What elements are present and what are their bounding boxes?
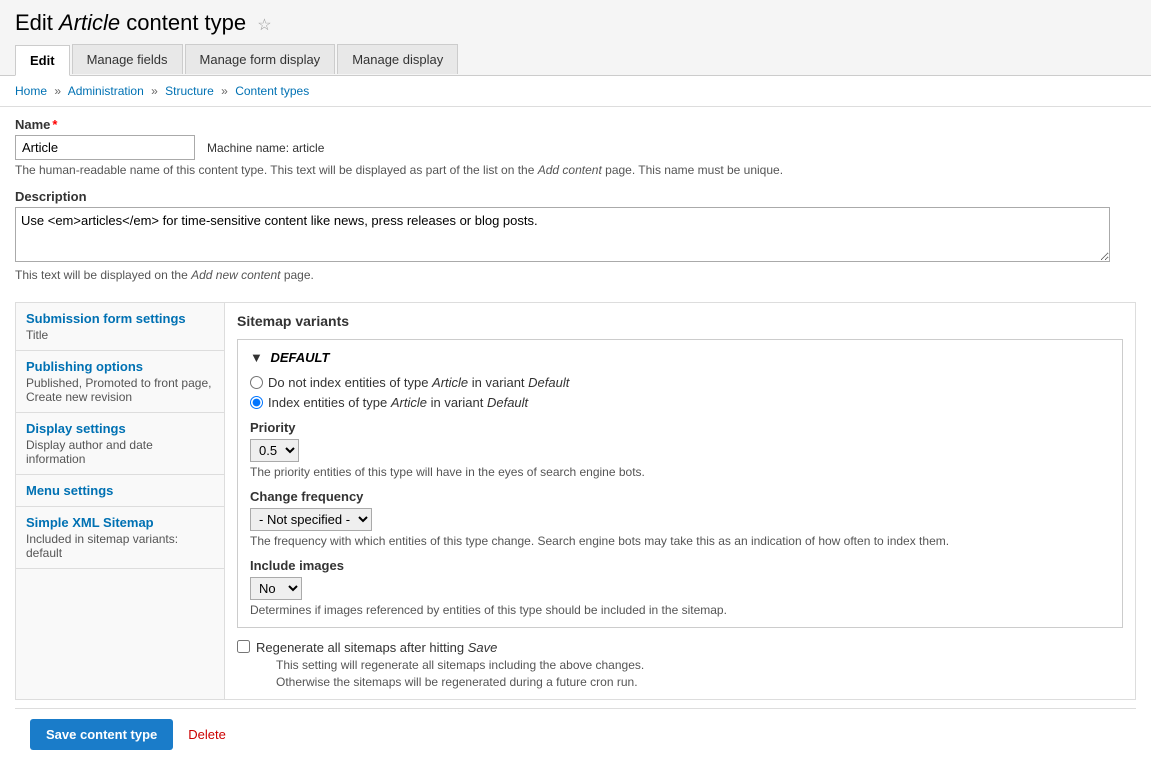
priority-help: The priority entities of this type will … [250, 465, 1110, 479]
priority-select[interactable]: 0.5 0.0 0.1 0.2 0.3 0.4 0.6 0.7 0.8 0.9 … [250, 439, 299, 462]
sidebar-bottom [16, 569, 224, 649]
sidebar-desc-publishing: Published, Promoted to front page, Creat… [26, 376, 214, 404]
footer-actions: Save content type Delete [15, 708, 1136, 760]
name-input[interactable] [15, 135, 195, 160]
tab-manage-display[interactable]: Manage display [337, 44, 460, 75]
sitemap-default-box: ▼ DEFAULT Do not index entities of type … [237, 339, 1123, 628]
collapse-arrow-icon[interactable]: ▼ [250, 350, 263, 365]
sidebar-item-display-settings[interactable]: Display settings Display author and date… [16, 413, 224, 475]
sidebar-item-publishing-options[interactable]: Publishing options Published, Promoted t… [16, 351, 224, 413]
tab-manage-fields[interactable]: Manage fields [72, 44, 185, 75]
regenerate-checkbox[interactable] [237, 640, 250, 653]
radio-do-not-index-label: Do not index entities of type Article in… [268, 375, 569, 390]
description-label: Description [15, 189, 1136, 204]
sidebar-item-menu-settings[interactable]: Menu settings [16, 475, 224, 507]
bottom-layout: Submission form settings Title Publishin… [15, 302, 1136, 700]
favorite-star-icon[interactable]: ☆ [257, 17, 271, 34]
description-textarea[interactable]: Use <em>articles</em> for time-sensitive… [15, 207, 1110, 262]
regenerate-desc2: Otherwise the sitemaps will be regenerat… [276, 675, 644, 689]
regenerate-text-block: Regenerate all sitemaps after hitting Sa… [256, 640, 644, 689]
breadcrumb: Home » Administration » Structure » Cont… [0, 76, 1151, 107]
name-field-group: Name* Machine name: article The human-re… [15, 117, 1136, 177]
breadcrumb-structure[interactable]: Structure [165, 84, 214, 98]
sitemap-default-header: ▼ DEFAULT [250, 350, 1110, 365]
description-help-text: This text will be displayed on the Add n… [15, 268, 1136, 282]
include-images-label: Include images [250, 558, 1110, 573]
page-title: Edit Article content type ☆ [15, 10, 1136, 36]
tab-manage-form-display[interactable]: Manage form display [185, 44, 338, 75]
include-images-select[interactable]: No Yes [250, 577, 302, 600]
main-panel: Sitemap variants ▼ DEFAULT Do not index … [225, 302, 1136, 700]
delete-link[interactable]: Delete [188, 727, 226, 742]
priority-label: Priority [250, 420, 1110, 435]
change-freq-select[interactable]: - Not specified - always hourly daily we… [250, 508, 372, 531]
radio-index-label: Index entities of type Article in varian… [268, 395, 528, 410]
breadcrumb-administration[interactable]: Administration [68, 84, 144, 98]
sidebar-desc-display: Display author and date information [26, 438, 214, 466]
sitemap-title: Sitemap variants [237, 313, 1123, 329]
save-content-type-button[interactable]: Save content type [30, 719, 173, 750]
breadcrumb-home[interactable]: Home [15, 84, 47, 98]
change-freq-label: Change frequency [250, 489, 1110, 504]
sidebar-item-simple-xml-sitemap[interactable]: Simple XML Sitemap Included in sitemap v… [16, 507, 224, 569]
tab-bar: Edit Manage fields Manage form display M… [15, 44, 1136, 75]
name-help-text: The human-readable name of this content … [15, 163, 1136, 177]
description-field-group: Description Use <em>articles</em> for ti… [15, 189, 1136, 282]
sidebar-desc-submission: Title [26, 328, 214, 342]
sidebar: Submission form settings Title Publishin… [15, 302, 225, 700]
sidebar-desc-sitemap: Included in sitemap variants: default [26, 532, 214, 560]
tab-edit[interactable]: Edit [15, 44, 72, 75]
name-row: Machine name: article [15, 135, 1136, 160]
machine-name-display: Machine name: article [207, 141, 324, 155]
page-header: Edit Article content type ☆ Edit Manage … [0, 0, 1151, 76]
sidebar-item-submission-form[interactable]: Submission form settings Title [16, 303, 224, 351]
include-images-help: Determines if images referenced by entit… [250, 603, 1110, 617]
name-label: Name* [15, 117, 1136, 132]
radio-index-row: Index entities of type Article in varian… [250, 395, 1110, 410]
radio-do-not-index-row: Do not index entities of type Article in… [250, 375, 1110, 390]
radio-index[interactable] [250, 396, 263, 409]
regenerate-desc1: This setting will regenerate all sitemap… [276, 658, 644, 672]
regenerate-row: Regenerate all sitemaps after hitting Sa… [237, 640, 1123, 689]
breadcrumb-content-types[interactable]: Content types [235, 84, 309, 98]
change-freq-help: The frequency with which entities of thi… [250, 534, 1110, 548]
radio-do-not-index[interactable] [250, 376, 263, 389]
main-content: Name* Machine name: article The human-re… [0, 107, 1151, 770]
